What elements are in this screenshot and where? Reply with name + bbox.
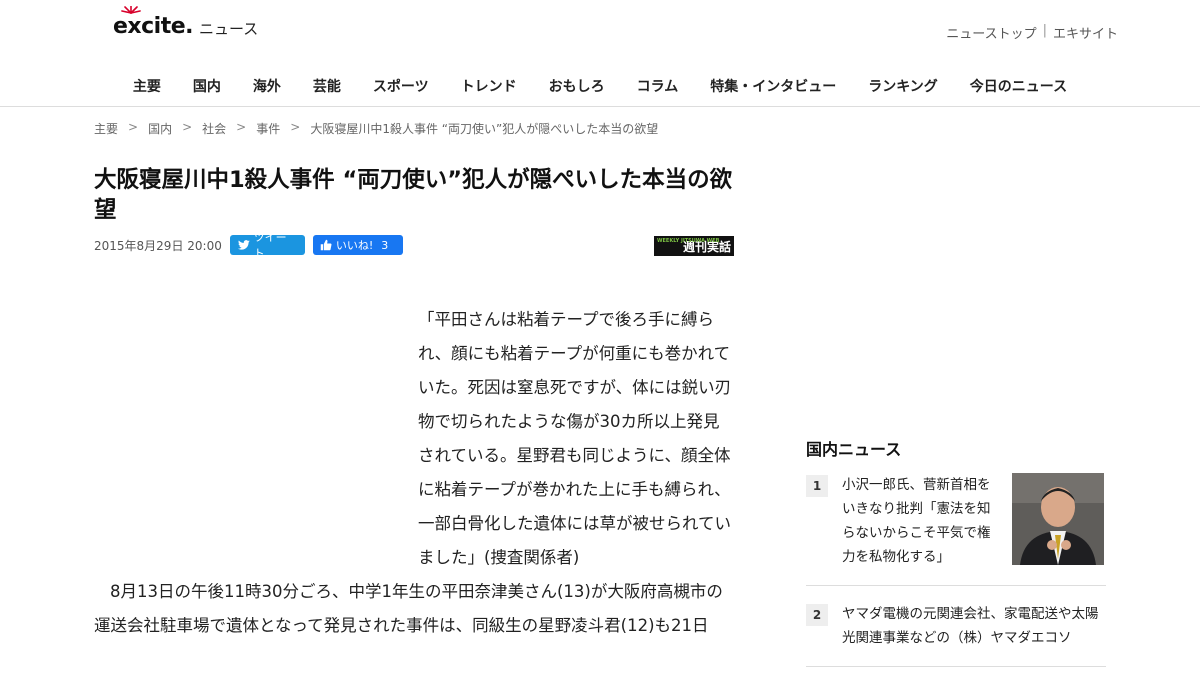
breadcrumb: 主要 > 国内 > 社会 > 事件 > 大阪寝屋川中1殺人事件 “両刀使い”犯人… xyxy=(94,120,658,137)
source-logo[interactable]: WEEKLY JITSUWA WEB 週刊実話 xyxy=(654,236,734,256)
person-photo-icon xyxy=(1012,473,1104,565)
nav-item-overseas[interactable]: 海外 xyxy=(237,70,297,102)
news-thumbnail[interactable] xyxy=(1012,473,1104,565)
top-links-separator: | xyxy=(1042,23,1047,38)
article-title: 大阪寝屋川中1殺人事件 “両刀使い”犯人が隠ぺいした本当の欲望 xyxy=(94,167,733,223)
tweet-button[interactable]: ツイート xyxy=(229,231,305,260)
top-links: ニューストップ | エキサイト xyxy=(946,23,1118,42)
excite-logo: excite. xyxy=(113,6,193,42)
breadcrumb-separator: > xyxy=(236,120,247,134)
global-nav: 主要 国内 海外 芸能 スポーツ トレンド おもしろ コラム 特集・インタビュー… xyxy=(0,70,1200,102)
news-top-link[interactable]: ニューストップ xyxy=(946,23,1036,42)
twitter-bird-icon xyxy=(237,240,250,250)
breadcrumb-separator: > xyxy=(128,120,139,134)
site-header: excite. ニュース ニューストップ | エキサイト 主要 国内 海外 芸能… xyxy=(0,0,1200,107)
excite-link[interactable]: エキサイト xyxy=(1053,23,1118,42)
rank-badge: 2 xyxy=(806,604,828,626)
article-body-text: 8月13日の午後11時30分ごろ、中学1年生の平田奈津美さん(13)が大阪府高槻… xyxy=(94,582,723,635)
news-headline[interactable]: 小沢一郎氏、菅新首相をいきなり批判「憲法を知らないからこそ平気で権力を私物化する… xyxy=(842,473,1002,569)
nav-item-trend[interactable]: トレンド xyxy=(445,70,533,102)
breadcrumb-item-incident[interactable]: 事件 xyxy=(256,120,280,137)
domestic-news-list: 1 小沢一郎氏、菅新首相をいきなり批判「憲法を知らないからこそ平気で権力を私物化… xyxy=(806,473,1106,683)
nav-item-funny[interactable]: おもしろ xyxy=(533,70,621,102)
article-meta: 2015年8月29日 20:00 ツイート いいね! 3 xyxy=(94,231,403,260)
nav-item-domestic[interactable]: 国内 xyxy=(177,70,237,102)
logo-burst-icon xyxy=(121,6,141,14)
logo-section-label: ニュース xyxy=(199,20,259,38)
nav-item-features[interactable]: 特集・インタビュー xyxy=(694,70,852,102)
breadcrumb-item-current: 大阪寝屋川中1殺人事件 “両刀使い”犯人が隠ぺいした本当の欲望 xyxy=(310,122,659,136)
breadcrumb-item-domestic[interactable]: 国内 xyxy=(148,120,172,137)
article-date: 2015年8月29日 20:00 xyxy=(94,238,222,253)
article-body: 8月13日の午後11時30分ごろ、中学1年生の平田奈津美さん(13)が大阪府高槻… xyxy=(94,575,734,643)
logo-dot: . xyxy=(185,14,193,39)
article-quote: 「平田さんは粘着テープで後ろ手に縛られ、顔にも粘着テープが何重にも巻かれていた。… xyxy=(418,310,732,567)
like-button[interactable]: いいね! 3 xyxy=(312,235,403,255)
list-item[interactable]: 1 小沢一郎氏、菅新首相をいきなり批判「憲法を知らないからこそ平気で権力を私物化… xyxy=(806,473,1106,586)
rank-badge: 1 xyxy=(806,475,828,497)
news-headline[interactable]: ヤマダ電機の元関連会社、家電配送や太陽光関連事業などの（株）ヤマダエコソ xyxy=(842,602,1106,650)
like-label: いいね! xyxy=(335,239,374,252)
sidebar-heading: 国内ニュース xyxy=(806,440,902,459)
tweet-label: ツイート xyxy=(253,231,287,260)
source-logo-subtitle: WEEKLY JITSUWA WEB xyxy=(657,238,720,244)
breadcrumb-item-society[interactable]: 社会 xyxy=(202,120,226,137)
nav-item-entertainment[interactable]: 芸能 xyxy=(297,70,357,102)
breadcrumb-separator: > xyxy=(290,120,301,134)
thumbs-up-icon xyxy=(320,239,332,251)
nav-item-today[interactable]: 今日のニュース xyxy=(954,70,1083,102)
breadcrumb-separator: > xyxy=(182,120,193,134)
nav-item-column[interactable]: コラム xyxy=(621,70,695,102)
site-logo[interactable]: excite. ニュース xyxy=(113,6,259,42)
nav-item-ranking[interactable]: ランキング xyxy=(852,70,954,102)
breadcrumb-item-main[interactable]: 主要 xyxy=(94,120,118,137)
nav-item-main[interactable]: 主要 xyxy=(117,70,177,102)
list-item[interactable]: 2 ヤマダ電機の元関連会社、家電配送や太陽光関連事業などの（株）ヤマダエコソ xyxy=(806,602,1106,667)
like-count: 3 xyxy=(381,238,389,252)
nav-item-sports[interactable]: スポーツ xyxy=(357,70,445,102)
